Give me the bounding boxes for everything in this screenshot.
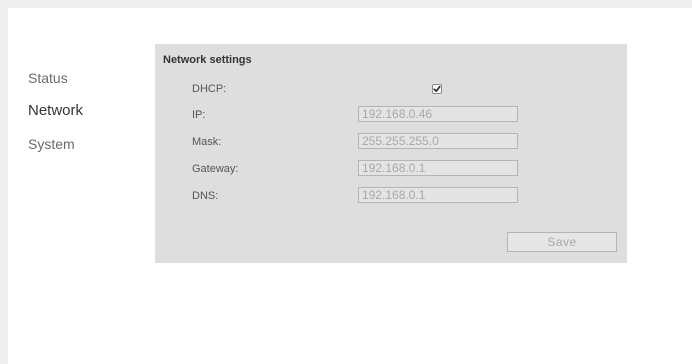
nav-item-network[interactable]: Network — [28, 100, 138, 122]
sidebar-nav: Status Network System — [28, 67, 138, 166]
dhcp-label: DHCP: — [192, 83, 227, 95]
checkmark-icon — [433, 85, 441, 92]
mask-field[interactable] — [358, 133, 518, 149]
panel-title: Network settings — [163, 54, 252, 66]
nav-item-status[interactable]: Status — [28, 67, 138, 89]
ip-label: IP: — [192, 109, 206, 121]
dns-label: DNS: — [192, 190, 219, 202]
network-settings-panel: Network settings DHCP: IP: Mask: Gateway… — [155, 44, 627, 263]
dhcp-checkbox[interactable] — [432, 84, 442, 94]
save-button[interactable]: Save — [507, 232, 617, 252]
gateway-field[interactable] — [358, 160, 518, 176]
dns-field[interactable] — [358, 187, 518, 203]
gateway-label: Gateway: — [192, 163, 239, 175]
ip-field[interactable] — [358, 106, 518, 122]
mask-label: Mask: — [192, 136, 222, 148]
nav-item-system[interactable]: System — [28, 133, 138, 155]
